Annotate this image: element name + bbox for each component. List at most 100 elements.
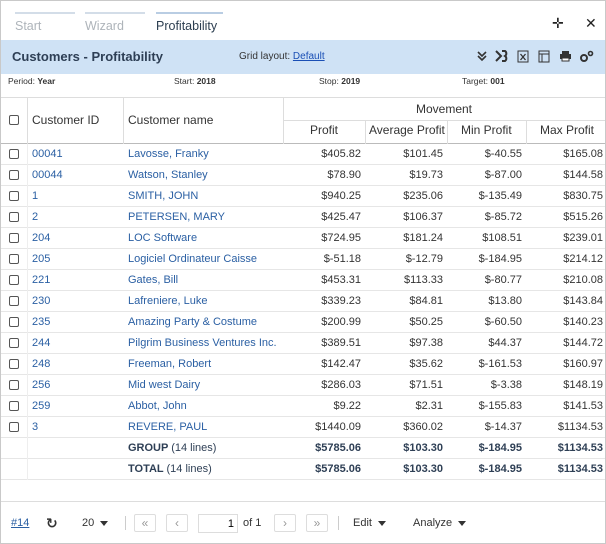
table-row[interactable]: 00041 Lavosse, Franky $405.82 $101.45 $-40.5… bbox=[1, 144, 605, 165]
tab-profitability[interactable]: Profitability bbox=[156, 12, 223, 39]
row-checkbox[interactable] bbox=[9, 422, 19, 432]
cell-customer-id[interactable]: 1 bbox=[32, 190, 38, 202]
table-row[interactable]: 00044 Watson, Stanley $78.90 $19.73 $-87.00 $… bbox=[1, 165, 605, 186]
cell-min: $108.51 bbox=[482, 232, 522, 244]
cell-customer-id[interactable]: 235 bbox=[32, 316, 50, 328]
cell-max: $148.19 bbox=[563, 379, 603, 391]
row-checkbox[interactable] bbox=[9, 170, 19, 180]
table-row[interactable]: 2 PETERSEN, MARY $425.47 $106.37 $-85.72 $515… bbox=[1, 207, 605, 228]
print-icon[interactable] bbox=[558, 50, 572, 64]
analyze-menu-button[interactable]: Analyze bbox=[413, 517, 467, 529]
dimension-icon[interactable] bbox=[495, 50, 509, 64]
table-row[interactable]: 248 Freeman, Robert $142.47 $35.62 $-161.53 $… bbox=[1, 354, 605, 375]
cell-customer-name[interactable]: Watson, Stanley bbox=[128, 169, 208, 181]
cell-customer-id[interactable]: 244 bbox=[32, 337, 50, 349]
cell-profit: $389.51 bbox=[321, 337, 361, 349]
row-checkbox[interactable] bbox=[9, 359, 19, 369]
cell-customer-id[interactable]: 00041 bbox=[32, 148, 63, 160]
table-row[interactable]: 3 REVERE, PAUL $1440.09 $360.02 $-14.37 $1134… bbox=[1, 417, 605, 438]
last-page-button[interactable]: » bbox=[306, 514, 328, 532]
tab-start[interactable]: Start bbox=[15, 12, 75, 39]
select-all-checkbox[interactable] bbox=[9, 115, 19, 125]
cell-customer-name[interactable]: LOC Software bbox=[128, 232, 197, 244]
row-checkbox[interactable] bbox=[9, 233, 19, 243]
table-row[interactable]: 221 Gates, Bill $453.31 $113.33 $-80.77 $210.… bbox=[1, 270, 605, 291]
table-row[interactable]: 205 Logiciel Ordinateur Caisse $-51.18 $-12… bbox=[1, 249, 605, 270]
prev-page-button[interactable]: ‹ bbox=[166, 514, 188, 532]
col-average-profit[interactable]: Average Profit bbox=[369, 123, 445, 137]
tab-wizard-label: Wizard bbox=[85, 19, 124, 33]
table-row[interactable]: 256 Mid west Dairy $286.03 $71.51 $-3.38 $148… bbox=[1, 375, 605, 396]
row-checkbox[interactable] bbox=[9, 191, 19, 201]
record-ref-link[interactable]: #14 bbox=[11, 517, 29, 529]
table-row[interactable]: 204 LOC Software $724.95 $181.24 $108.51 $239… bbox=[1, 228, 605, 249]
row-checkbox[interactable] bbox=[9, 380, 19, 390]
cell-customer-name[interactable]: REVERE, PAUL bbox=[128, 421, 207, 433]
cell-profit: $-51.18 bbox=[323, 253, 361, 265]
page-size-select[interactable]: 20 bbox=[82, 517, 109, 529]
table-row[interactable]: 230 Lafreniere, Luke $339.23 $84.81 $13.80 $1… bbox=[1, 291, 605, 312]
col-min-profit[interactable]: Min Profit bbox=[461, 123, 512, 137]
layout-icon[interactable] bbox=[537, 50, 551, 64]
start-value: 2018 bbox=[196, 76, 216, 86]
col-max-profit[interactable]: Max Profit bbox=[540, 123, 594, 137]
row-checkbox[interactable] bbox=[9, 317, 19, 327]
cell-customer-id[interactable]: 259 bbox=[32, 400, 50, 412]
close-icon[interactable]: ✕ bbox=[585, 15, 597, 32]
col-customer-name[interactable]: Customer name bbox=[128, 113, 213, 127]
cell-customer-id[interactable]: 248 bbox=[32, 358, 50, 370]
col-profit[interactable]: Profit bbox=[310, 123, 338, 137]
row-checkbox[interactable] bbox=[9, 254, 19, 264]
cell-customer-id[interactable]: 256 bbox=[32, 379, 50, 391]
move-icon[interactable]: ✛ bbox=[552, 15, 564, 32]
total-row[interactable]: TOTAL (14 lines) $5785.06 $103.30 $-184.95 $… bbox=[1, 459, 605, 480]
row-checkbox[interactable] bbox=[9, 296, 19, 306]
cell-customer-name[interactable]: PETERSEN, MARY bbox=[128, 211, 225, 223]
table-row[interactable]: 244 Pilgrim Business Ventures Inc. $389.51… bbox=[1, 333, 605, 354]
col-group-movement: Movement bbox=[415, 102, 473, 116]
chevrons-down-icon[interactable] bbox=[475, 50, 489, 64]
cell-customer-name[interactable]: Lafreniere, Luke bbox=[128, 295, 208, 307]
col-customer-id[interactable]: Customer ID bbox=[32, 113, 99, 127]
page-number-input[interactable] bbox=[198, 514, 238, 533]
row-checkbox[interactable] bbox=[9, 275, 19, 285]
cell-customer-name[interactable]: Abbot, John bbox=[128, 400, 187, 412]
cell-customer-name[interactable]: SMITH, JOHN bbox=[128, 190, 198, 202]
table-row[interactable]: 1 SMITH, JOHN $940.25 $235.06 $-135.49 $830.7… bbox=[1, 186, 605, 207]
edit-menu-button[interactable]: Edit bbox=[353, 517, 386, 529]
cell-min: $-155.83 bbox=[478, 400, 522, 412]
cell-min: $-184.95 bbox=[478, 253, 522, 265]
excel-export-icon[interactable] bbox=[516, 50, 530, 64]
cell-customer-name[interactable]: Freeman, Robert bbox=[128, 358, 211, 370]
refresh-icon[interactable]: ↻ bbox=[46, 515, 58, 532]
cell-customer-id[interactable]: 230 bbox=[32, 295, 50, 307]
cell-customer-name[interactable]: Amazing Party & Costume bbox=[128, 316, 257, 328]
row-checkbox[interactable] bbox=[9, 212, 19, 222]
cell-customer-id[interactable]: 00044 bbox=[32, 169, 63, 181]
row-checkbox[interactable] bbox=[9, 401, 19, 411]
total-label: TOTAL (14 lines) bbox=[128, 463, 212, 475]
profitability-window: Start Wizard Profitability ✛ ✕ Customers… bbox=[0, 0, 606, 544]
cell-customer-name[interactable]: Pilgrim Business Ventures Inc. bbox=[128, 337, 277, 349]
next-page-button[interactable]: › bbox=[274, 514, 296, 532]
table-row[interactable]: 235 Amazing Party & Costume $200.99 $50.25 $… bbox=[1, 312, 605, 333]
table-row[interactable]: 259 Abbot, John $9.22 $2.31 $-155.83 $141.53 bbox=[1, 396, 605, 417]
row-checkbox[interactable] bbox=[9, 149, 19, 159]
cell-customer-id[interactable]: 221 bbox=[32, 274, 50, 286]
settings-icon[interactable] bbox=[579, 50, 594, 64]
grid-layout-link[interactable]: Default bbox=[293, 51, 325, 62]
cell-customer-name[interactable]: Gates, Bill bbox=[128, 274, 178, 286]
cell-customer-id[interactable]: 204 bbox=[32, 232, 50, 244]
cell-avg: $101.45 bbox=[403, 148, 443, 160]
cell-max: $1134.53 bbox=[557, 421, 603, 433]
cell-customer-name[interactable]: Lavosse, Franky bbox=[128, 148, 209, 160]
cell-customer-id[interactable]: 3 bbox=[32, 421, 38, 433]
cell-customer-name[interactable]: Logiciel Ordinateur Caisse bbox=[128, 253, 257, 265]
total-row[interactable]: GROUP (14 lines) $5785.06 $103.30 $-184.95 $… bbox=[1, 438, 605, 459]
row-checkbox[interactable] bbox=[9, 338, 19, 348]
tab-wizard[interactable]: Wizard bbox=[85, 12, 145, 39]
cell-customer-id[interactable]: 2 bbox=[32, 211, 38, 223]
first-page-button[interactable]: « bbox=[134, 514, 156, 532]
cell-customer-id[interactable]: 205 bbox=[32, 253, 50, 265]
cell-customer-name[interactable]: Mid west Dairy bbox=[128, 379, 200, 391]
